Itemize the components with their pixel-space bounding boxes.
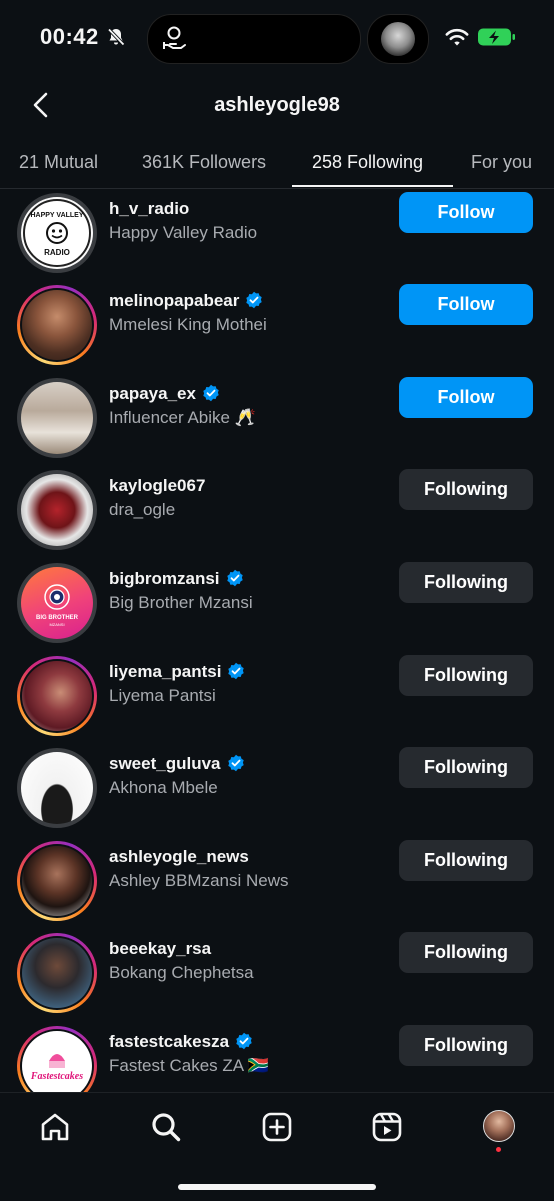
full-name: Liyema Pantsi [109, 686, 216, 705]
username[interactable]: liyema_pantsi [109, 662, 245, 682]
following-button[interactable]: Following [399, 932, 533, 973]
avatar[interactable] [17, 748, 97, 828]
following-button[interactable]: Following [399, 562, 533, 603]
bell-off-icon [107, 28, 125, 46]
verified-badge-icon [227, 754, 244, 772]
avatar[interactable]: BIG BROTHER MZANSI [17, 563, 97, 643]
activity-avatar [381, 22, 415, 56]
tabs: 21 Mutual 361K Followers 258 Following F… [0, 140, 554, 189]
avatar[interactable] [17, 841, 97, 921]
full-name: Bokang Chephetsa [109, 963, 254, 982]
following-button[interactable]: Following [399, 469, 533, 510]
avatar[interactable] [17, 656, 97, 736]
fastest-cakes-logo-text: Fastestcakes [30, 1071, 83, 1082]
following-button[interactable]: Following [399, 1025, 533, 1066]
dynamic-island[interactable] [147, 14, 361, 64]
username[interactable]: papaya_ex [109, 384, 220, 404]
create-icon[interactable] [261, 1111, 293, 1143]
avatar[interactable] [17, 285, 97, 365]
avatar[interactable] [17, 378, 97, 458]
radio-logo-bottom-text: RADIO [44, 248, 70, 257]
verified-badge-icon [203, 384, 219, 402]
follow-button[interactable]: Follow [399, 377, 533, 418]
dynamic-island-activity[interactable] [367, 14, 429, 64]
username[interactable]: bigbromzansi [109, 569, 244, 589]
full-name: Fastest Cakes ZA 🇿🇦 [109, 1056, 270, 1075]
verified-badge-icon [246, 291, 263, 309]
username[interactable]: fastestcakesza [109, 1032, 253, 1052]
search-icon[interactable] [150, 1111, 182, 1143]
username[interactable]: sweet_guluva [109, 754, 245, 774]
tab-following[interactable]: 258 Following [312, 152, 423, 173]
status-time: 00:42 [40, 24, 99, 49]
following-button[interactable]: Following [399, 840, 533, 881]
page-title: ashleyogle98 [214, 94, 340, 116]
username[interactable]: melinopapabear [109, 291, 263, 311]
full-name: Influencer Abike 🥂 [109, 408, 256, 427]
tab-mutual[interactable]: 21 Mutual [19, 152, 98, 173]
radio-logo: HAPPY VALLEY RADIO [23, 199, 91, 267]
radio-logo-top-text: HAPPY VALLEY [30, 212, 83, 219]
full-name: dra_ogle [109, 500, 176, 519]
notification-dot [496, 1147, 501, 1152]
username[interactable]: h_v_radio [109, 199, 189, 219]
active-tab-indicator [292, 185, 453, 187]
header: ashleyogle98 [0, 76, 554, 136]
username[interactable]: kaylogle067 [109, 476, 205, 496]
verified-badge-icon [228, 662, 245, 680]
reels-icon[interactable] [371, 1111, 403, 1143]
username[interactable]: ashleyogle_news [109, 847, 249, 867]
following-button[interactable]: Following [399, 655, 533, 696]
following-button[interactable]: Following [399, 747, 533, 788]
tab-followers[interactable]: 361K Followers [142, 152, 266, 173]
big-brother-logo-line2: MZANSI [49, 622, 64, 627]
home-indicator [178, 1184, 376, 1190]
full-name: Happy Valley Radio [109, 223, 258, 242]
big-brother-logo-line1: BIG BROTHER [36, 615, 79, 621]
fastest-cakes-logo: Fastestcakes [30, 1054, 83, 1082]
avatar[interactable] [17, 933, 97, 1013]
bottom-tab-bar [0, 1092, 554, 1201]
home-icon[interactable] [39, 1111, 71, 1143]
following-list[interactable]: HAPPY VALLEY RADIO h_v_radio Happy Valle… [0, 189, 554, 1092]
verified-badge-icon [226, 569, 243, 587]
full-name: Mmelesi King Mothei [109, 315, 267, 334]
full-name: Big Brother Mzansi [109, 593, 253, 612]
profile-avatar[interactable] [483, 1110, 515, 1142]
money-hand-icon [163, 26, 186, 49]
full-name: Ashley BBMzansi News [109, 871, 289, 890]
full-name: Akhona Mbele [109, 778, 218, 797]
avatar[interactable]: HAPPY VALLEY RADIO [17, 193, 97, 273]
follow-button[interactable]: Follow [399, 284, 533, 325]
tab-for-you[interactable]: For you [471, 152, 532, 173]
username[interactable]: beeekay_rsa [109, 939, 211, 959]
follow-button[interactable]: Follow [399, 192, 533, 233]
big-brother-logo: BIG BROTHER MZANSI [36, 584, 79, 627]
avatar[interactable] [17, 470, 97, 550]
verified-badge-icon [236, 1032, 252, 1050]
status-bar: 00:42 [0, 0, 554, 76]
wifi-icon [445, 28, 469, 46]
list-item[interactable]: Fastestcakes fastestcakesza Fastest Cake… [0, 1025, 554, 1092]
battery-charging-icon [478, 28, 515, 46]
